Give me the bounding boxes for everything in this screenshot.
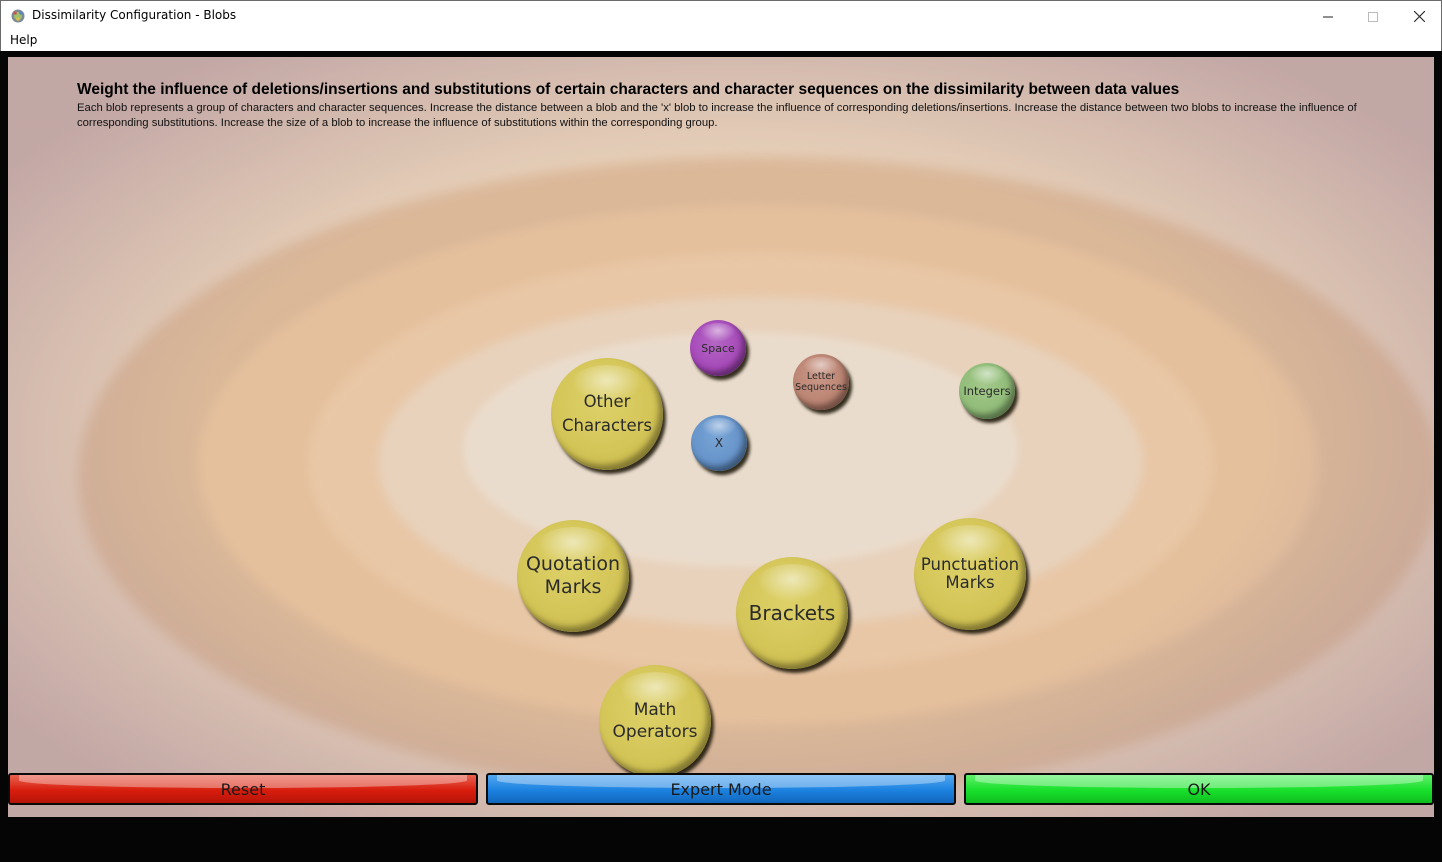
menu-help[interactable]: Help: [10, 33, 37, 47]
expert-mode-button-label: Expert Mode: [670, 779, 772, 799]
blob-quotation-marks[interactable]: Quotation Marks: [517, 520, 629, 632]
blob-label: Punctuation Marks: [920, 555, 1020, 592]
blob-label: Space: [701, 341, 735, 355]
blob-label: Letter Sequences: [795, 371, 847, 393]
blob-brackets[interactable]: Brackets: [736, 557, 848, 669]
reset-button[interactable]: Reset: [8, 773, 478, 805]
blob-punctuation-marks[interactable]: Punctuation Marks: [914, 518, 1026, 630]
maximize-button[interactable]: [1350, 1, 1396, 32]
instructions-heading: Weight the influence of deletions/insert…: [77, 81, 1180, 98]
title-bar: Dissimilarity Configuration - Blobs: [0, 0, 1442, 31]
minimize-icon: [1323, 16, 1333, 17]
ok-button[interactable]: OK: [964, 773, 1434, 805]
expert-mode-button[interactable]: Expert Mode: [486, 773, 956, 805]
close-button[interactable]: [1396, 1, 1442, 32]
minimize-button[interactable]: [1305, 1, 1351, 32]
ok-button-label: OK: [1187, 779, 1211, 799]
blob-space[interactable]: Space: [690, 320, 746, 376]
blob-letter-sequences[interactable]: Letter Sequences: [793, 354, 849, 410]
blob-label: Integers: [963, 384, 1011, 398]
close-icon: [1413, 11, 1425, 22]
blob-integers[interactable]: Integers: [959, 363, 1015, 419]
main-frame: Weight the influence of deletions/insert…: [0, 51, 1442, 862]
window-title: Dissimilarity Configuration - Blobs: [32, 8, 237, 22]
blob-math-operators[interactable]: Math Operators: [599, 665, 711, 777]
blob-label: Brackets: [748, 601, 836, 625]
reset-button-label: Reset: [220, 779, 266, 799]
blob-label: X: [714, 436, 724, 450]
menu-bar: Help: [0, 31, 1442, 51]
blob-label: Quotation Marks: [525, 553, 621, 598]
instructions-description: Each blob represents a group of characte…: [77, 102, 1357, 129]
app-gear-icon: [11, 9, 25, 23]
blob-label: Other Characters: [561, 392, 653, 435]
blob-other-characters[interactable]: Other Characters: [551, 358, 663, 470]
maximize-icon: [1368, 11, 1378, 22]
blob-label: Math Operators: [612, 700, 698, 742]
blob-canvas[interactable]: Weight the influence of deletions/insert…: [8, 57, 1434, 817]
blob-x[interactable]: X: [691, 415, 747, 471]
